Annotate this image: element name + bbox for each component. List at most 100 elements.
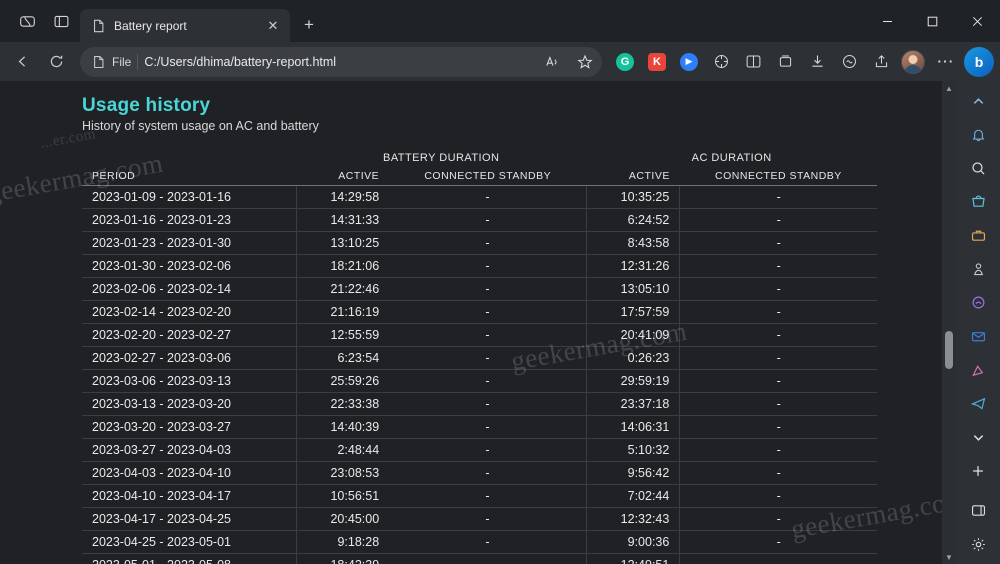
downloads-icon[interactable] [802,47,832,77]
cell-battery-active: 21:22:46 [295,277,390,301]
copilot-sidebar-icon[interactable] [12,6,42,36]
url-text[interactable]: C:/Users/dhima/battery-report.html [144,55,534,69]
cell-ac-active: 7:02:44 [627,489,670,504]
cell-ac-connected-standby: - [679,461,877,485]
cell-battery-active: 25:59:26 [295,369,390,393]
page-scrollbar[interactable]: ▲ ▼ [942,81,956,564]
column-header-battery-connected-standby: CONNECTED STANDBY [389,167,587,187]
sidebar-item-add[interactable] [962,457,994,485]
copilot-button[interactable]: b [964,46,994,77]
sidebar-item-notifications[interactable] [962,121,994,149]
cell-battery-active: 22:33:38 [295,392,390,416]
cell-battery-active: 6:23:54 [295,346,390,370]
settings-and-more-button[interactable]: ⋯ [930,47,960,77]
table-row: 2023-04-17 - 2023-04-25 20:45:00-12:32:43… [82,507,877,531]
table-row: 2023-03-27 - 2023-04-03 2:48:44-5:10:32- [82,438,877,462]
sidebar-item-0[interactable] [962,87,994,115]
share-icon[interactable] [866,47,896,77]
cell-battery-active: 12:55:59 [295,323,390,347]
sidebar-item-more[interactable] [962,424,994,452]
cell-ac-connected-standby: - [679,208,877,232]
cell-ac-active: 12:49:51 [586,554,680,564]
read-aloud-icon[interactable] [540,49,566,75]
sidebar-item-settings[interactable] [962,530,994,558]
cell-battery-connected-standby: - [389,484,587,508]
scroll-down-icon[interactable]: ▼ [942,550,956,564]
group-header-ac-duration: AC DURATION [691,152,772,165]
cell-period: 2023-03-27 - 2023-04-03 [92,443,231,458]
cell-period: 2023-04-10 - 2023-04-17 [92,489,231,504]
grammarly-extension-icon[interactable]: G [610,47,640,77]
sidebar-item-designer[interactable] [962,356,994,384]
cell-ac-active: 23:37:18 [620,397,670,412]
cell-period: 2023-05-01 - 2023-05-08 [82,554,296,564]
table-group-header-row: BATTERY DURATION AC DURATION [82,149,877,167]
sidebar-item-telegram[interactable] [962,390,994,418]
cell-battery-active: 14:31:33 [295,208,390,232]
sidebar-item-tools[interactable] [962,222,994,250]
usage-history-body: 2023-01-09 - 2023-01-16 14:29:58-10:35:25… [82,185,877,564]
sidebar-item-shopping[interactable] [962,188,994,216]
cell-period: 2023-02-14 - 2023-02-20 [92,305,231,320]
cell-period: 2023-03-13 - 2023-03-20 [92,397,231,412]
tab-actions-icon[interactable] [46,6,76,36]
cell-ac-active: 0:26:23 [627,351,670,366]
table-row: 2023-04-10 - 2023-04-17 10:56:51-7:02:44- [82,484,877,508]
cell-battery-connected-standby: - [389,231,587,255]
browser-essentials-icon[interactable] [834,47,864,77]
browser-toolbar: File C:/Users/dhima/battery-report.html … [0,42,1000,82]
cell-period: 2023-01-09 - 2023-01-16 [92,190,231,205]
cell-battery-connected-standby: - [389,461,587,485]
back-button[interactable] [6,46,38,78]
sidebar-item-games[interactable] [962,255,994,283]
browser-tab[interactable]: Battery report ✕ [80,9,290,43]
maximize-button[interactable] [910,0,955,42]
browser-window: Battery report ✕ + File C:/Users/dhima/b… [0,0,1000,564]
column-header-ac-active: ACTIVE [586,167,680,187]
cell-battery-connected-standby: - [389,553,587,564]
cell-ac-active: 8:43:58 [627,236,670,251]
cell-ac-connected-standby: - [679,254,877,278]
cell-ac-active: 6:24:52 [627,213,670,228]
close-icon[interactable]: ✕ [264,17,282,35]
sidebar-item-drop[interactable] [962,289,994,317]
refresh-button[interactable] [40,46,72,78]
sidebar-item-customize[interactable] [962,497,994,525]
cell-battery-connected-standby: - [389,369,587,393]
sidebar-item-outlook[interactable] [962,323,994,351]
cell-ac-active: 14:06:31 [620,420,670,435]
close-window-button[interactable] [955,0,1000,42]
cell-ac-active: 10:35:25 [620,190,670,205]
cell-ac-connected-standby: - [679,392,877,416]
sidebar-item-search[interactable] [962,155,994,183]
cell-ac-active: 5:10:32 [627,443,670,458]
table-row: 2023-03-20 - 2023-03-27 14:40:39-14:06:31… [82,415,877,439]
collections-icon[interactable] [770,47,800,77]
tab-title: Battery report [114,19,187,33]
column-header-battery-active: ACTIVE [296,167,390,187]
cell-battery-connected-standby: - [389,323,587,347]
video-download-extension-icon[interactable]: ▶ [674,47,704,77]
kami-extension-icon[interactable]: K [642,47,672,77]
cell-battery-active: 14:40:39 [295,415,390,439]
scrollbar-thumb[interactable] [945,331,953,370]
favorite-star-icon[interactable] [572,49,598,75]
file-scheme-label: File [112,54,132,69]
cell-battery-active: 23:08:53 [295,461,390,485]
table-row: 2023-02-06 - 2023-02-14 21:22:46-13:05:10… [82,277,877,301]
cell-ac-active: 9:56:42 [627,466,670,481]
new-tab-button[interactable]: + [294,10,324,40]
cell-ac-connected-standby: - [679,300,877,324]
minimize-button[interactable] [865,0,910,42]
scroll-up-icon[interactable]: ▲ [942,81,956,95]
address-bar[interactable]: File C:/Users/dhima/battery-report.html [80,46,602,77]
page-title: Usage history [82,95,211,117]
split-screen-icon[interactable] [738,47,768,77]
table-row: 2023-04-03 - 2023-04-10 23:08:53-9:56:42- [82,461,877,485]
avatar[interactable] [898,47,928,77]
cell-battery-active: 20:45:00 [295,507,390,531]
cell-ac-active: 12:31:26 [620,259,670,274]
puzzle-extensions-icon[interactable] [706,47,736,77]
cell-period: 2023-01-16 - 2023-01-23 [92,213,231,228]
cell-battery-connected-standby: - [389,392,587,416]
